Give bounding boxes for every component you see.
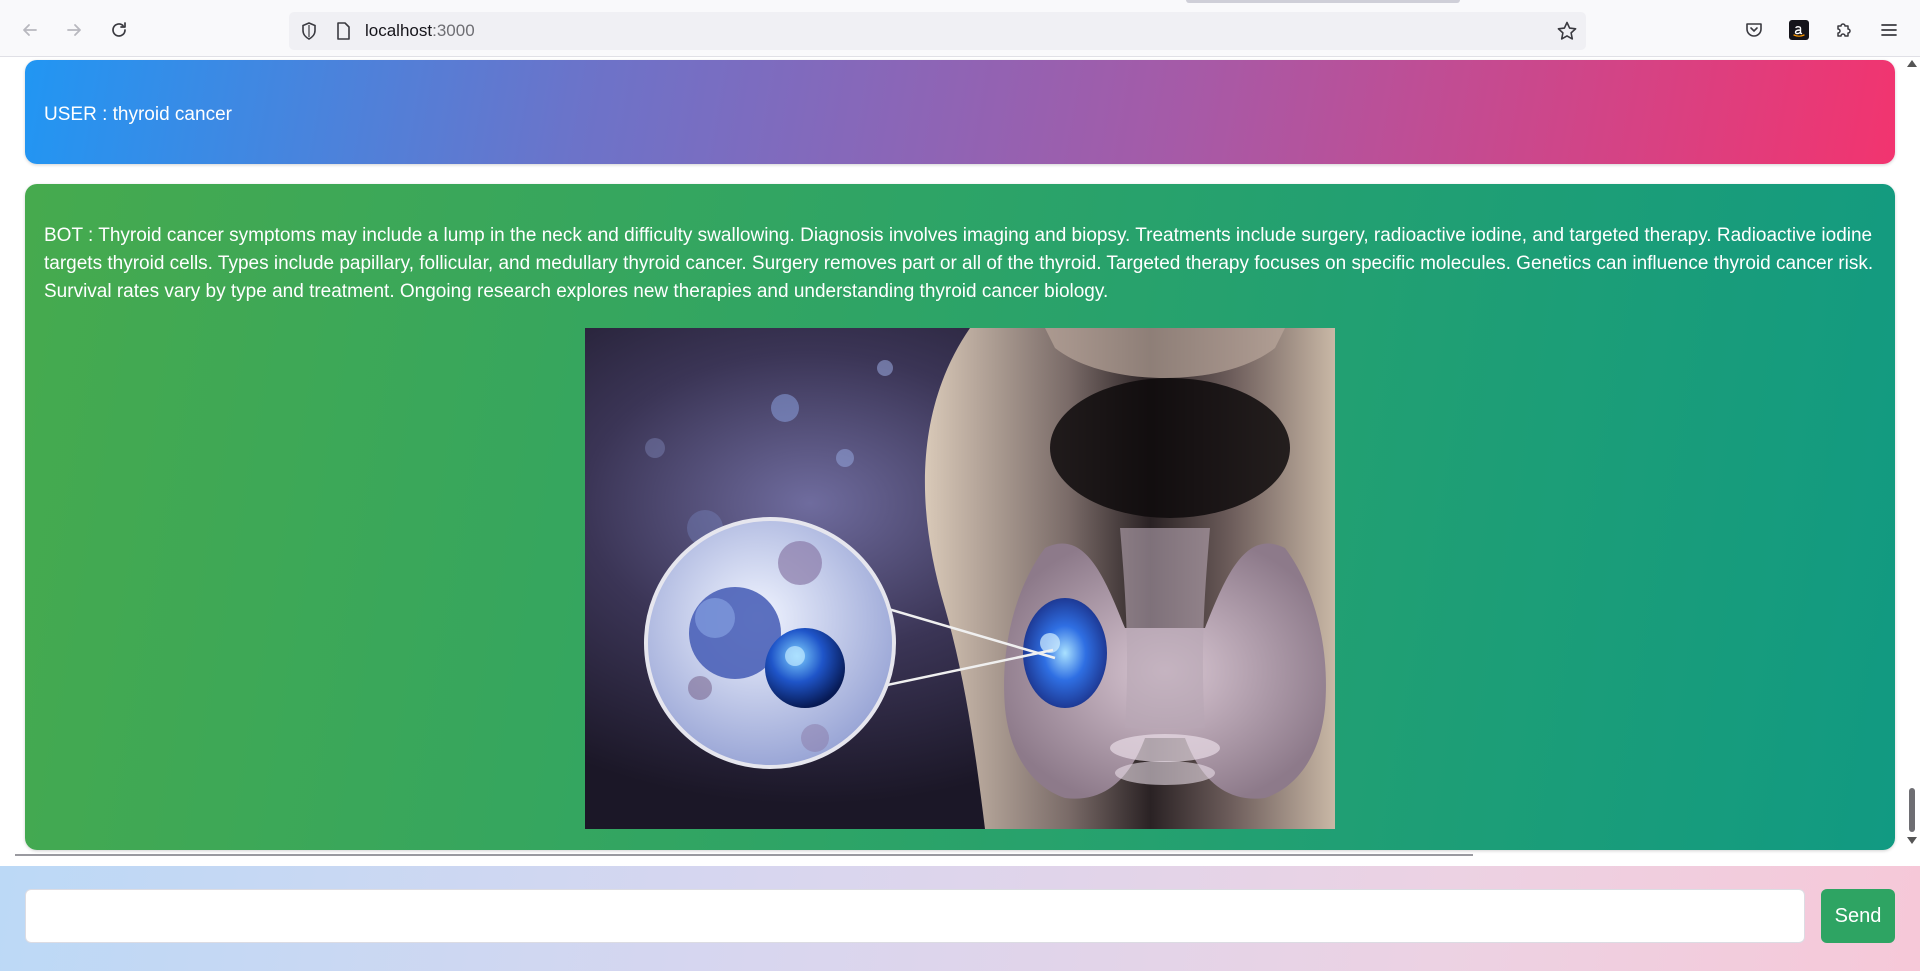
back-icon — [23, 24, 37, 36]
thyroid-illustration-graphic — [585, 328, 1335, 829]
amazon-button[interactable] — [1783, 14, 1815, 46]
star-icon[interactable] — [1556, 20, 1578, 42]
url-port: :3000 — [432, 21, 475, 40]
browser-toolbar: localhost:3000 — [0, 0, 1920, 57]
tab-strip-edge — [1186, 0, 1460, 3]
send-button[interactable]: Send — [1821, 889, 1895, 943]
vertical-scrollbar[interactable] — [1904, 57, 1920, 866]
scrollbar-thumb[interactable] — [1909, 788, 1915, 832]
forward-button[interactable] — [58, 14, 90, 46]
bot-message-text: BOT : Thyroid cancer symptoms may includ… — [44, 225, 1874, 302]
user-message: USER : thyroid cancer — [25, 60, 1895, 164]
pocket-icon — [1746, 23, 1762, 37]
menu-icon — [1881, 24, 1897, 36]
extensions-button[interactable] — [1828, 14, 1860, 46]
url-bar[interactable]: localhost:3000 — [289, 12, 1586, 50]
reload-button[interactable] — [103, 14, 135, 46]
url-text[interactable]: localhost:3000 — [365, 21, 475, 41]
scroll-down-arrow-icon[interactable] — [1907, 837, 1917, 844]
amazon-icon — [1789, 20, 1809, 40]
scroll-up-arrow-icon[interactable] — [1907, 60, 1917, 67]
reload-icon — [112, 22, 126, 37]
bot-message: BOT : Thyroid cancer symptoms may includ… — [25, 184, 1895, 850]
user-message-text: USER : thyroid cancer — [44, 104, 232, 125]
url-host: localhost — [365, 21, 433, 40]
horizontal-scrollbar[interactable] — [15, 854, 1473, 856]
forward-icon — [67, 24, 81, 36]
shield-icon[interactable] — [299, 21, 319, 41]
message-composer: Send — [0, 866, 1920, 971]
message-input[interactable] — [25, 889, 1805, 943]
page-icon[interactable] — [333, 21, 353, 41]
chat-content: USER : thyroid cancer BOT : Thyroid canc… — [0, 57, 1920, 866]
extensions-icon — [1837, 23, 1851, 37]
pocket-button[interactable] — [1738, 14, 1770, 46]
back-button[interactable] — [14, 14, 46, 46]
menu-button[interactable] — [1873, 14, 1905, 46]
thyroid-cancer-illustration — [585, 328, 1335, 829]
